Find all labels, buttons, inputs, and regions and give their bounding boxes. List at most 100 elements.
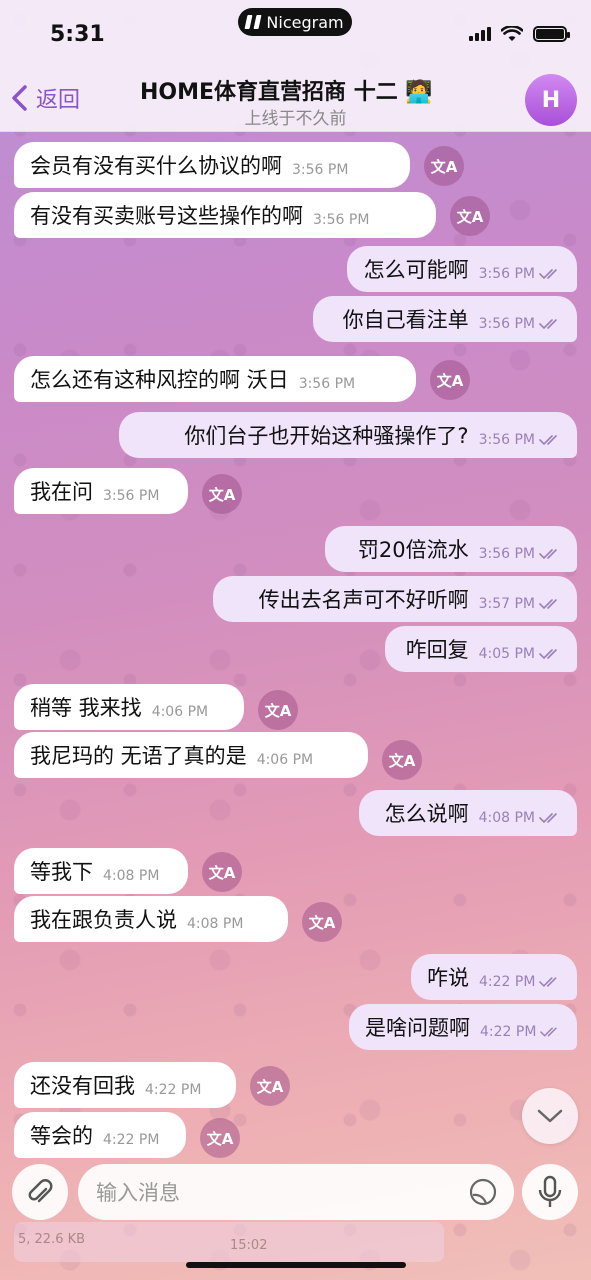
message-time: 4:08 PM bbox=[478, 810, 535, 826]
message-time: 3:56 PM bbox=[313, 212, 370, 228]
message-time: 3:56 PM bbox=[298, 376, 356, 392]
message-time: 4:06 PM bbox=[256, 752, 314, 768]
outgoing-message-bubble[interactable]: 你们台子也开始这种骚操作了? 3:56 PM bbox=[119, 412, 577, 458]
nicegram-logo-icon bbox=[246, 15, 260, 29]
message-text: 罚20倍流水 bbox=[357, 538, 469, 562]
translate-icon[interactable]: 文A bbox=[450, 196, 490, 236]
message-time: 4:06 PM bbox=[151, 704, 209, 720]
message-text: 你自己看注单 bbox=[342, 308, 469, 332]
message-time: 3:56 PM bbox=[478, 266, 535, 282]
translate-icon[interactable]: 文A bbox=[302, 902, 342, 942]
read-receipt-icon bbox=[539, 435, 557, 446]
message-time: 4:08 PM bbox=[187, 916, 244, 932]
message-time: 3:56 PM bbox=[292, 162, 349, 178]
message-time: 4:05 PM bbox=[478, 646, 535, 662]
dynamic-island: Nicegram bbox=[238, 8, 352, 36]
message-text: 怎么可能啊 bbox=[363, 258, 469, 282]
outgoing-message-bubble[interactable]: 咋回复 4:05 PM bbox=[385, 626, 577, 672]
media-preview-time: 15:02 bbox=[230, 1238, 268, 1253]
read-receipt-icon bbox=[539, 269, 557, 280]
message-input[interactable]: 输入消息 bbox=[78, 1164, 514, 1220]
message-text: 稍等 我来找 bbox=[30, 696, 142, 720]
outgoing-message-bubble[interactable]: 怎么可能啊 3:56 PM bbox=[347, 246, 577, 292]
wifi-icon bbox=[501, 26, 523, 41]
outgoing-message-bubble[interactable]: 你自己看注单 3:56 PM bbox=[313, 296, 577, 342]
message-time: 3:57 PM bbox=[478, 596, 535, 612]
avatar[interactable]: H bbox=[525, 74, 577, 126]
media-preview-size: 5, 22.6 KB bbox=[18, 1232, 86, 1247]
message-text: 我在问 bbox=[30, 480, 93, 504]
message-text: 有没有买卖账号这些操作的啊 bbox=[30, 204, 303, 228]
read-receipt-icon bbox=[540, 1027, 558, 1037]
battery-icon bbox=[533, 26, 570, 42]
translate-icon[interactable]: 文A bbox=[382, 740, 422, 780]
status-time: 5:31 bbox=[50, 22, 105, 47]
chat-header: 5:31 Nicegram 返回 HOME体育直营招商 十二 🧑‍💻 上线于不久… bbox=[0, 0, 591, 132]
status-icons bbox=[469, 26, 570, 42]
message-text: 你们台子也开始这种骚操作了? bbox=[184, 424, 469, 448]
message-input-placeholder: 输入消息 bbox=[96, 1181, 180, 1205]
outgoing-message-bubble[interactable]: 咋说 4:22 PM bbox=[411, 954, 577, 1000]
outgoing-message-bubble[interactable]: 罚20倍流水 3:56 PM bbox=[325, 526, 577, 572]
message-text: 怎么说啊 bbox=[384, 802, 469, 826]
cellular-signal-icon bbox=[469, 27, 491, 41]
message-text: 怎么还有这种风控的啊 沃日 bbox=[30, 368, 289, 392]
outgoing-message-bubble[interactable]: 是啥问题啊 4:22 PM bbox=[349, 1004, 577, 1050]
incoming-message-bubble[interactable]: 怎么还有这种风控的啊 沃日 3:56 PM bbox=[14, 356, 416, 402]
translate-icon[interactable]: 文A bbox=[258, 690, 298, 730]
message-text: 会员有没有买什么协议的啊 bbox=[30, 154, 282, 178]
paperclip-icon bbox=[28, 1179, 53, 1203]
message-time: 3:56 PM bbox=[478, 546, 535, 562]
read-receipt-icon bbox=[539, 549, 557, 560]
last-seen-status: 上线于不久前 bbox=[244, 109, 347, 129]
message-time: 4:22 PM bbox=[103, 1132, 160, 1148]
chat-title[interactable]: HOME体育直营招商 十二 🧑‍💻 bbox=[140, 74, 433, 106]
read-receipt-icon bbox=[539, 977, 557, 988]
outgoing-message-bubble[interactable]: 传出去名声可不好听啊 3:57 PM bbox=[213, 576, 577, 622]
message-text: 还没有回我 bbox=[30, 1074, 135, 1098]
message-time: 3:56 PM bbox=[103, 488, 160, 504]
message-text: 我在跟负责人说 bbox=[30, 908, 177, 932]
incoming-message-bubble[interactable]: 我在跟负责人说 4:08 PM bbox=[14, 896, 288, 942]
message-time: 4:08 PM bbox=[103, 868, 160, 884]
outgoing-message-bubble[interactable]: 怎么说啊 4:08 PM bbox=[359, 790, 577, 836]
incoming-message-bubble[interactable]: 还没有回我 4:22 PM bbox=[14, 1062, 236, 1108]
translate-icon[interactable]: 文A bbox=[250, 1066, 290, 1106]
island-label: Nicegram bbox=[266, 12, 344, 32]
incoming-message-bubble[interactable]: 稍等 我来找 4:06 PM bbox=[14, 684, 244, 730]
incoming-message-bubble[interactable]: 我尼玛的 无语了真的是 4:06 PM bbox=[14, 732, 368, 778]
message-text: 传出去名声可不好听啊 bbox=[258, 588, 469, 612]
message-time: 4:22 PM bbox=[479, 974, 536, 990]
translate-icon[interactable]: 文A bbox=[202, 852, 242, 892]
incoming-message-bubble[interactable]: 我在问 3:56 PM bbox=[14, 468, 188, 514]
read-receipt-icon bbox=[539, 813, 557, 824]
incoming-message-bubble[interactable]: 等我下 4:08 PM bbox=[14, 848, 188, 894]
translate-icon[interactable]: 文A bbox=[424, 146, 464, 186]
microphone-icon bbox=[538, 1175, 562, 1207]
message-time: 4:22 PM bbox=[145, 1082, 202, 1098]
translate-icon[interactable]: 文A bbox=[430, 360, 470, 400]
incoming-message-bubble[interactable]: 有没有买卖账号这些操作的啊 3:56 PM bbox=[14, 192, 436, 238]
home-indicator bbox=[186, 1262, 406, 1268]
message-text: 等我下 bbox=[30, 860, 93, 884]
read-receipt-icon bbox=[539, 599, 557, 610]
attach-button[interactable] bbox=[12, 1164, 68, 1220]
incoming-message-bubble[interactable]: 等会的 4:22 PM bbox=[14, 1112, 186, 1158]
read-receipt-icon bbox=[539, 649, 557, 660]
scroll-to-bottom-button[interactable] bbox=[522, 1088, 578, 1144]
sticker-icon[interactable] bbox=[468, 1177, 498, 1207]
message-text: 咋回复 bbox=[405, 638, 469, 662]
chevron-down-icon bbox=[537, 1109, 563, 1123]
translate-icon[interactable]: 文A bbox=[202, 474, 242, 514]
message-time: 3:56 PM bbox=[478, 432, 535, 448]
incoming-message-bubble[interactable]: 会员有没有买什么协议的啊 3:56 PM bbox=[14, 142, 410, 188]
message-text: 等会的 bbox=[30, 1124, 93, 1148]
message-text: 我尼玛的 无语了真的是 bbox=[30, 744, 247, 768]
read-receipt-icon bbox=[539, 319, 557, 330]
message-time: 4:22 PM bbox=[480, 1024, 537, 1040]
message-text: 咋说 bbox=[427, 966, 469, 990]
message-text: 是啥问题啊 bbox=[365, 1016, 470, 1040]
message-time: 3:56 PM bbox=[478, 316, 535, 332]
voice-record-button[interactable] bbox=[522, 1164, 578, 1220]
translate-icon[interactable]: 文A bbox=[200, 1118, 240, 1158]
